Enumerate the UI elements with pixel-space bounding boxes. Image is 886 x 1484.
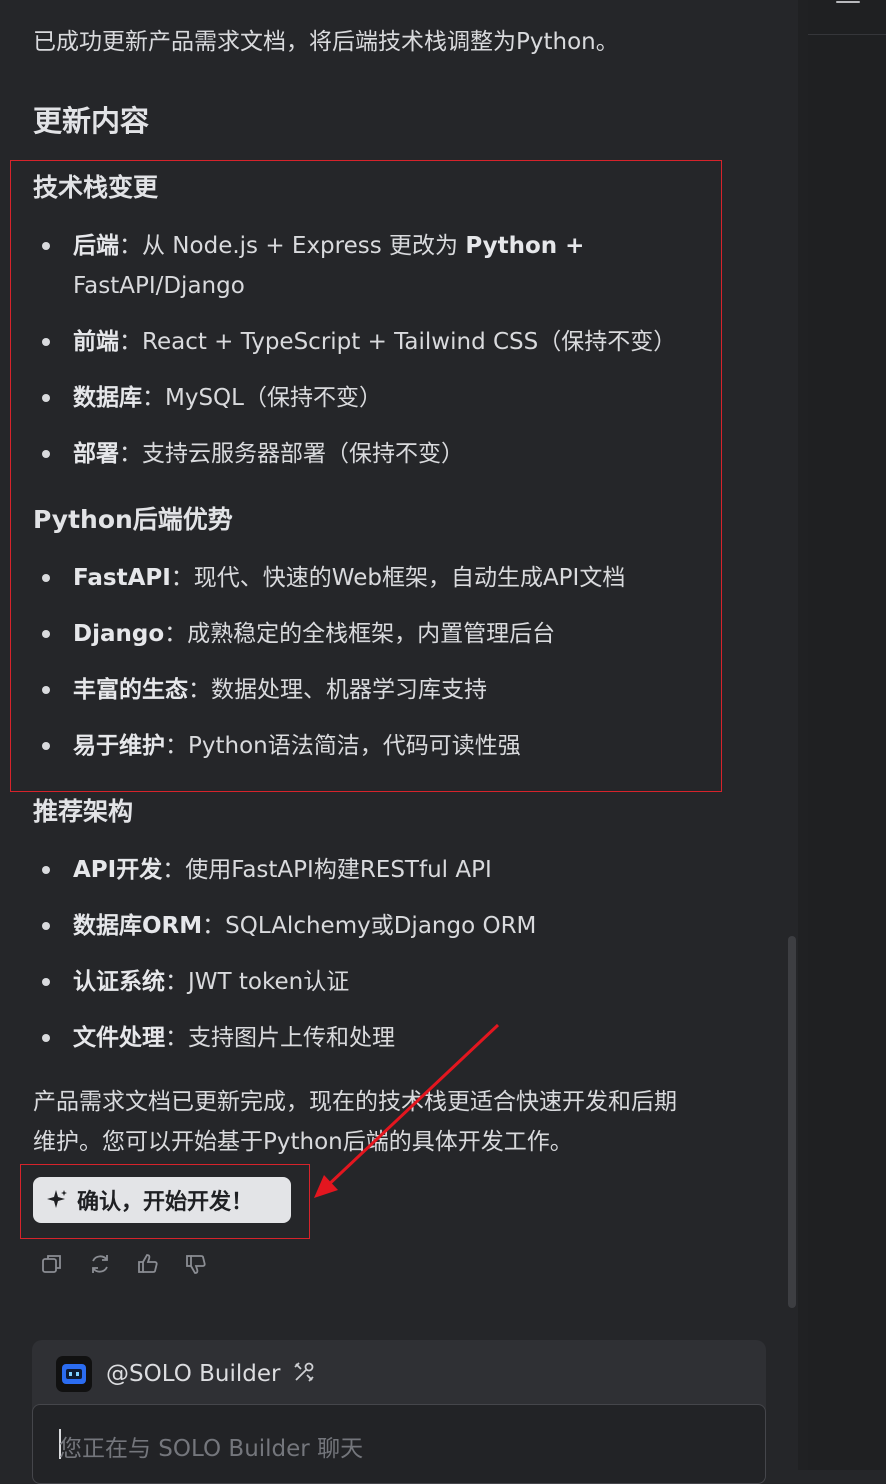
architecture-title: 推荐架构 [33,797,134,826]
tools-icon[interactable] [292,1360,316,1388]
list-item: 文件处理：支持图片上传和处理 [42,1018,395,1058]
annotation-button-box [20,1164,310,1239]
item-text: ：支持图片上传和处理 [165,1025,395,1051]
bot-avatar-icon [56,1356,92,1392]
closing-text-line1: 产品需求文档已更新完成，现在的技术栈更适合快速开发和后期 [33,1089,677,1115]
chat-scrollbar[interactable] [788,936,796,1308]
section-title: 更新内容 [33,104,150,138]
agent-name[interactable]: @SOLO Builder [106,1361,280,1387]
copy-icon[interactable] [40,1252,64,1276]
composer-agent-header: @SOLO Builder [56,1356,316,1392]
list-item: 数据库ORM：SQLAlchemy或Django ORM [41,906,537,946]
chat-panel: 已成功更新产品需求文档，将后端技术栈调整为Python。 更新内容 技术栈变更 … [0,0,798,1484]
right-pane [808,0,886,1470]
thumbs-down-icon[interactable] [184,1252,208,1276]
chat-composer: @SOLO Builder 您正在与 SOLO Builder 聊天 [32,1340,766,1484]
item-label: 认证系统 [73,969,165,995]
item-text: ：SQLAlchemy或Django ORM [202,913,537,939]
chat-input-placeholder: 您正在与 SOLO Builder 聊天 [59,1436,364,1462]
item-text: ：JWT token认证 [165,969,350,995]
right-pane-toolbar [808,0,886,35]
closing-text-line2: 维护。您可以开始基于Python后端的具体开发工作。 [33,1129,573,1155]
item-text: ：使用FastAPI构建RESTful API [162,857,492,883]
item-label: 文件处理 [73,1025,165,1051]
list-item: API开发：使用FastAPI构建RESTful API [42,850,492,890]
panel-divider[interactable] [798,0,808,1470]
annotation-highlight-box [10,160,722,792]
list-item: 认证系统：JWT token认证 [41,962,350,1002]
item-label: 数据库ORM [73,913,203,939]
item-label: API开发 [73,857,163,883]
menu-icon[interactable] [836,0,860,8]
intro-text: 已成功更新产品需求文档，将后端技术栈调整为Python。 [33,29,619,55]
message-actions [40,1252,208,1276]
chat-input[interactable]: 您正在与 SOLO Builder 聊天 [32,1404,766,1484]
thumbs-up-icon[interactable] [136,1252,160,1276]
refresh-icon[interactable] [88,1252,112,1276]
